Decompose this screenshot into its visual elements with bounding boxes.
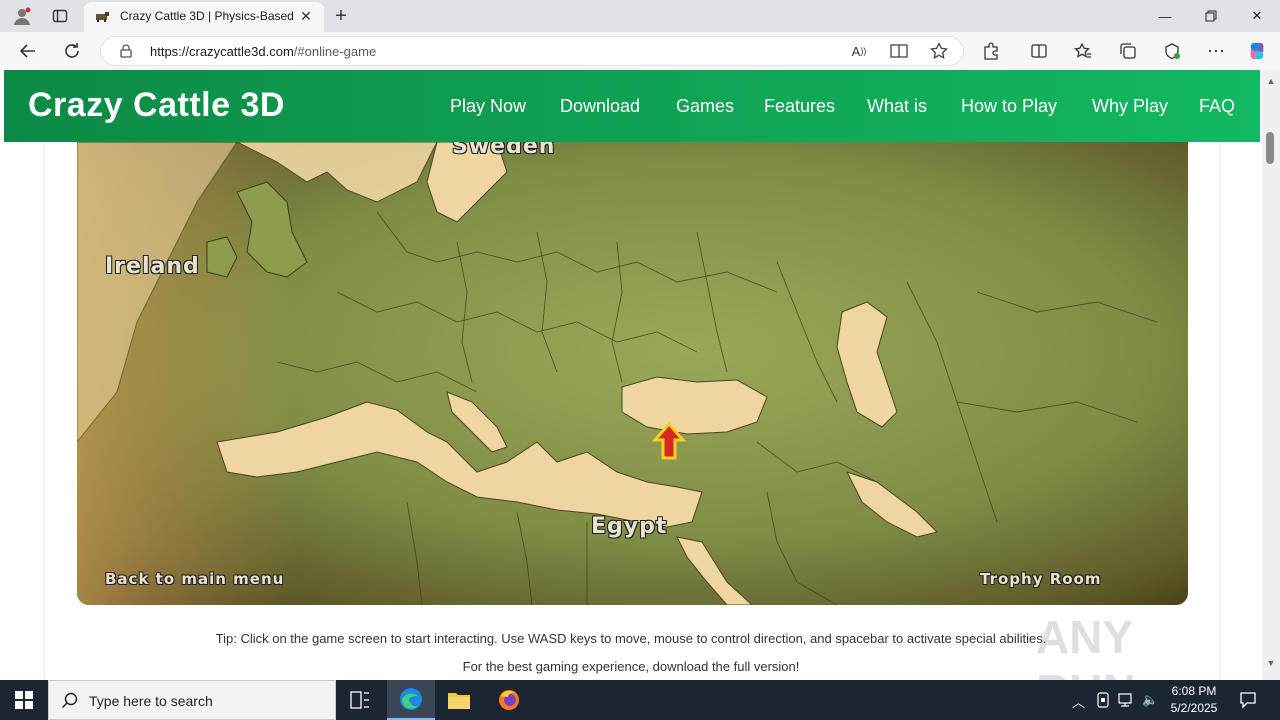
back-arrow-icon[interactable] <box>18 41 38 61</box>
trophy-room-button[interactable]: Trophy Room <box>980 570 1102 588</box>
nav-what-is[interactable]: What is <box>867 96 927 117</box>
task-view-icon[interactable] <box>336 680 384 720</box>
back-to-main-menu-button[interactable]: Back to main menu <box>105 570 284 588</box>
anyrun-watermark: ANY RUN <box>1036 611 1136 680</box>
firefox-icon[interactable] <box>485 680 533 720</box>
scroll-up-icon[interactable]: ▲ <box>1266 76 1276 86</box>
read-aloud-icon[interactable]: A)) <box>849 41 869 61</box>
nav-faq[interactable]: FAQ <box>1199 96 1235 117</box>
tray-device-icon[interactable] <box>1096 692 1110 711</box>
new-tab-button[interactable]: + <box>330 5 352 27</box>
taskbar-search-placeholder: Type here to search <box>89 693 213 709</box>
taskbar: Type here to search ︿ 🔈 6:08 PM 5/2/2025 <box>0 680 1280 720</box>
tab-title: Crazy Cattle 3D | Physics-Based B <box>120 9 296 23</box>
volume-icon[interactable]: 🔈 <box>1142 692 1158 708</box>
edge-taskbar-icon[interactable] <box>387 680 435 720</box>
nav-download[interactable]: Download <box>560 96 640 117</box>
windows-start-icon[interactable] <box>0 680 48 720</box>
copilot-icon[interactable] <box>1247 41 1267 61</box>
profile-icon[interactable] <box>12 6 32 26</box>
immersive-reader-icon[interactable] <box>889 41 909 61</box>
game-canvas[interactable]: Sweden Ireland Egypt Back to main menu T… <box>77 142 1188 605</box>
map-label-ireland[interactable]: Ireland <box>105 254 200 279</box>
url-path: /#online-game <box>293 44 377 59</box>
page-viewport: Sweden Ireland Egypt Back to main menu T… <box>0 70 1262 680</box>
browser-toolbar: https://crazycattle3d.com/#online-game A… <box>0 32 1280 70</box>
minimize-button[interactable]: — <box>1142 0 1188 32</box>
tab-active[interactable]: Crazy Cattle 3D | Physics-Based B ✕ <box>84 2 324 32</box>
address-bar[interactable]: https://crazycattle3d.com/#online-game A… <box>100 36 964 66</box>
clock-time: 6:08 PM <box>1171 684 1217 698</box>
notifications-icon[interactable] <box>1228 680 1268 720</box>
nav-play-now[interactable]: Play Now <box>450 96 526 117</box>
clock-date: 5/2/2025 <box>1170 701 1218 715</box>
favorites-icon[interactable] <box>1073 41 1093 61</box>
map-label-sweden[interactable]: Sweden <box>452 142 555 159</box>
nav-games[interactable]: Games <box>676 96 734 117</box>
tray-chevron-icon[interactable]: ︿ <box>1072 692 1085 711</box>
cattle-favicon-icon <box>96 12 109 22</box>
site-header: Crazy Cattle 3D Play Now Download Games … <box>4 70 1260 142</box>
browser-tabstrip: Crazy Cattle 3D | Physics-Based B ✕ + — … <box>0 0 1280 32</box>
collections-icon[interactable] <box>1118 41 1138 61</box>
close-window-button[interactable]: ✕ <box>1234 0 1280 32</box>
url-host: https://crazycattle3d.com <box>150 44 294 59</box>
restore-button[interactable] <box>1188 0 1234 32</box>
favorite-star-icon[interactable] <box>929 41 949 61</box>
taskbar-search-box[interactable]: Type here to search <box>48 680 336 720</box>
file-explorer-icon[interactable] <box>435 680 483 720</box>
network-icon[interactable] <box>1118 692 1136 711</box>
tab-close-icon[interactable]: ✕ <box>298 8 314 24</box>
address-url: https://crazycattle3d.com/#online-game <box>150 44 376 59</box>
browser-essentials-icon[interactable] <box>1162 41 1182 61</box>
scrollbar-thumb[interactable] <box>1266 132 1274 164</box>
nav-why-play[interactable]: Why Play <box>1092 96 1168 117</box>
more-options-icon[interactable]: ⋯ <box>1206 41 1226 61</box>
tab-actions-icon[interactable] <box>50 6 70 26</box>
nav-features[interactable]: Features <box>764 96 835 117</box>
search-icon <box>61 692 78 709</box>
map-label-egypt[interactable]: Egypt <box>591 514 667 539</box>
nav-how-to-play[interactable]: How to Play <box>961 96 1057 117</box>
page-scrollbar[interactable]: ▲ ▼ <box>1262 70 1280 680</box>
taskbar-clock[interactable]: 6:08 PM 5/2/2025 <box>1164 683 1224 717</box>
scroll-down-icon[interactable]: ▼ <box>1266 658 1276 668</box>
lock-icon[interactable] <box>119 44 133 58</box>
extensions-icon[interactable] <box>981 41 1001 61</box>
refresh-icon[interactable] <box>62 41 82 61</box>
split-screen-icon[interactable] <box>1029 41 1049 61</box>
site-logo[interactable]: Crazy Cattle 3D <box>28 86 285 125</box>
